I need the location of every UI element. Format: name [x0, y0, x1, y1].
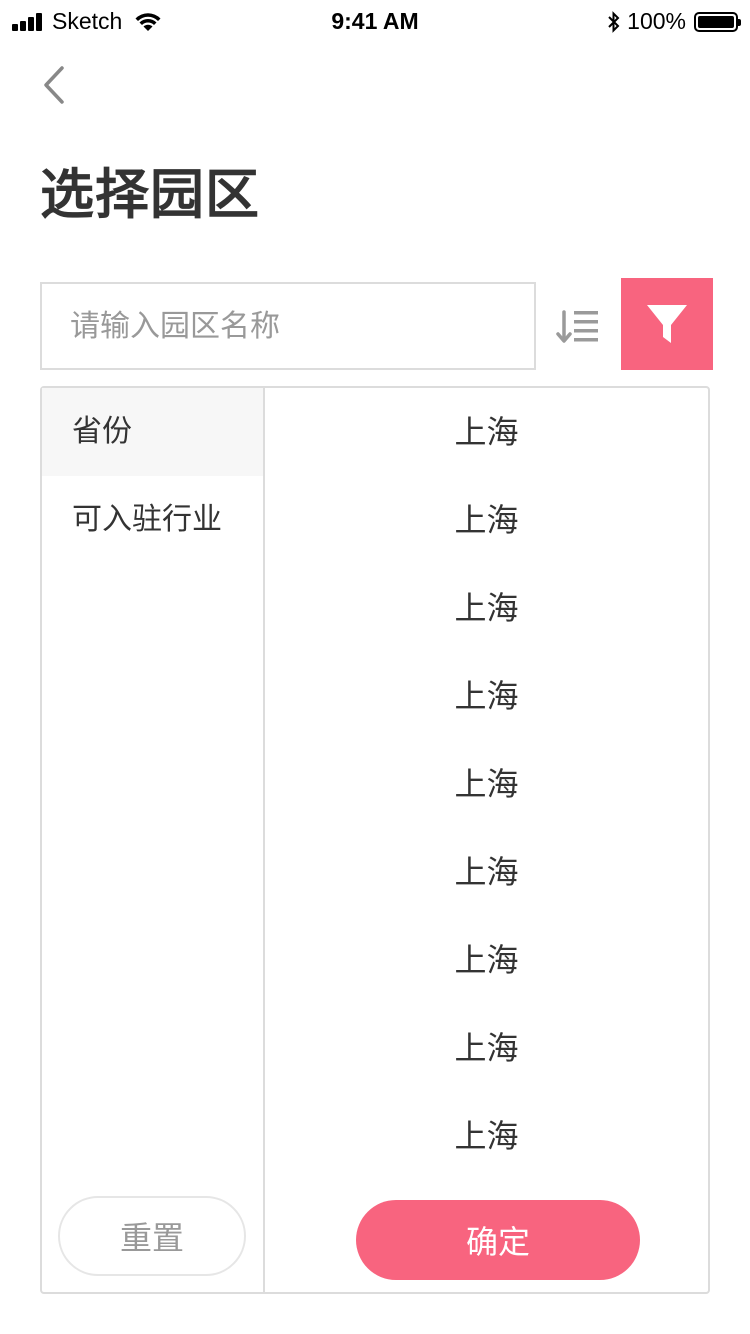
status-right: 100% — [607, 8, 741, 35]
bluetooth-icon — [608, 10, 620, 33]
sort-list-icon — [556, 310, 598, 343]
category-label: 可入驻行业 — [72, 502, 222, 537]
reset-button[interactable]: 重置 — [58, 1196, 246, 1276]
search-input[interactable] — [40, 282, 536, 370]
option-item[interactable]: 上海 — [265, 916, 708, 1004]
chevron-left-icon — [44, 66, 64, 104]
option-list: 上海 上海 上海 上海 上海 上海 上海 上海 上海 — [265, 388, 708, 1180]
option-item[interactable]: 上海 — [265, 1092, 708, 1180]
option-item[interactable]: 上海 — [265, 652, 708, 740]
funnel-icon — [647, 305, 687, 343]
option-item[interactable]: 上海 — [265, 476, 708, 564]
category-list: 省份 可入驻行业 重置 — [42, 388, 265, 1292]
option-item[interactable]: 上海 — [265, 564, 708, 652]
category-label: 省份 — [72, 414, 132, 449]
back-button[interactable] — [36, 62, 76, 108]
battery-icon — [694, 11, 741, 32]
battery-percent: 100% — [627, 8, 686, 34]
option-item[interactable]: 上海 — [265, 388, 708, 476]
category-item-industry[interactable]: 可入驻行业 — [42, 476, 263, 564]
option-item[interactable]: 上海 — [265, 740, 708, 828]
filter-panel: 省份 可入驻行业 重置 上海 上海 上海 上海 上海 上海 上海 上海 上海 确… — [40, 386, 710, 1294]
sort-button[interactable] — [552, 300, 606, 354]
option-item[interactable]: 上海 — [265, 828, 708, 916]
filter-button[interactable] — [621, 278, 713, 370]
page-title: 选择园区 — [40, 163, 260, 226]
status-bar: Sketch 9:41 AM 100% — [0, 0, 750, 40]
confirm-button[interactable]: 确定 — [356, 1200, 640, 1280]
option-item[interactable]: 上海 — [265, 1004, 708, 1092]
category-item-province[interactable]: 省份 — [42, 388, 263, 476]
